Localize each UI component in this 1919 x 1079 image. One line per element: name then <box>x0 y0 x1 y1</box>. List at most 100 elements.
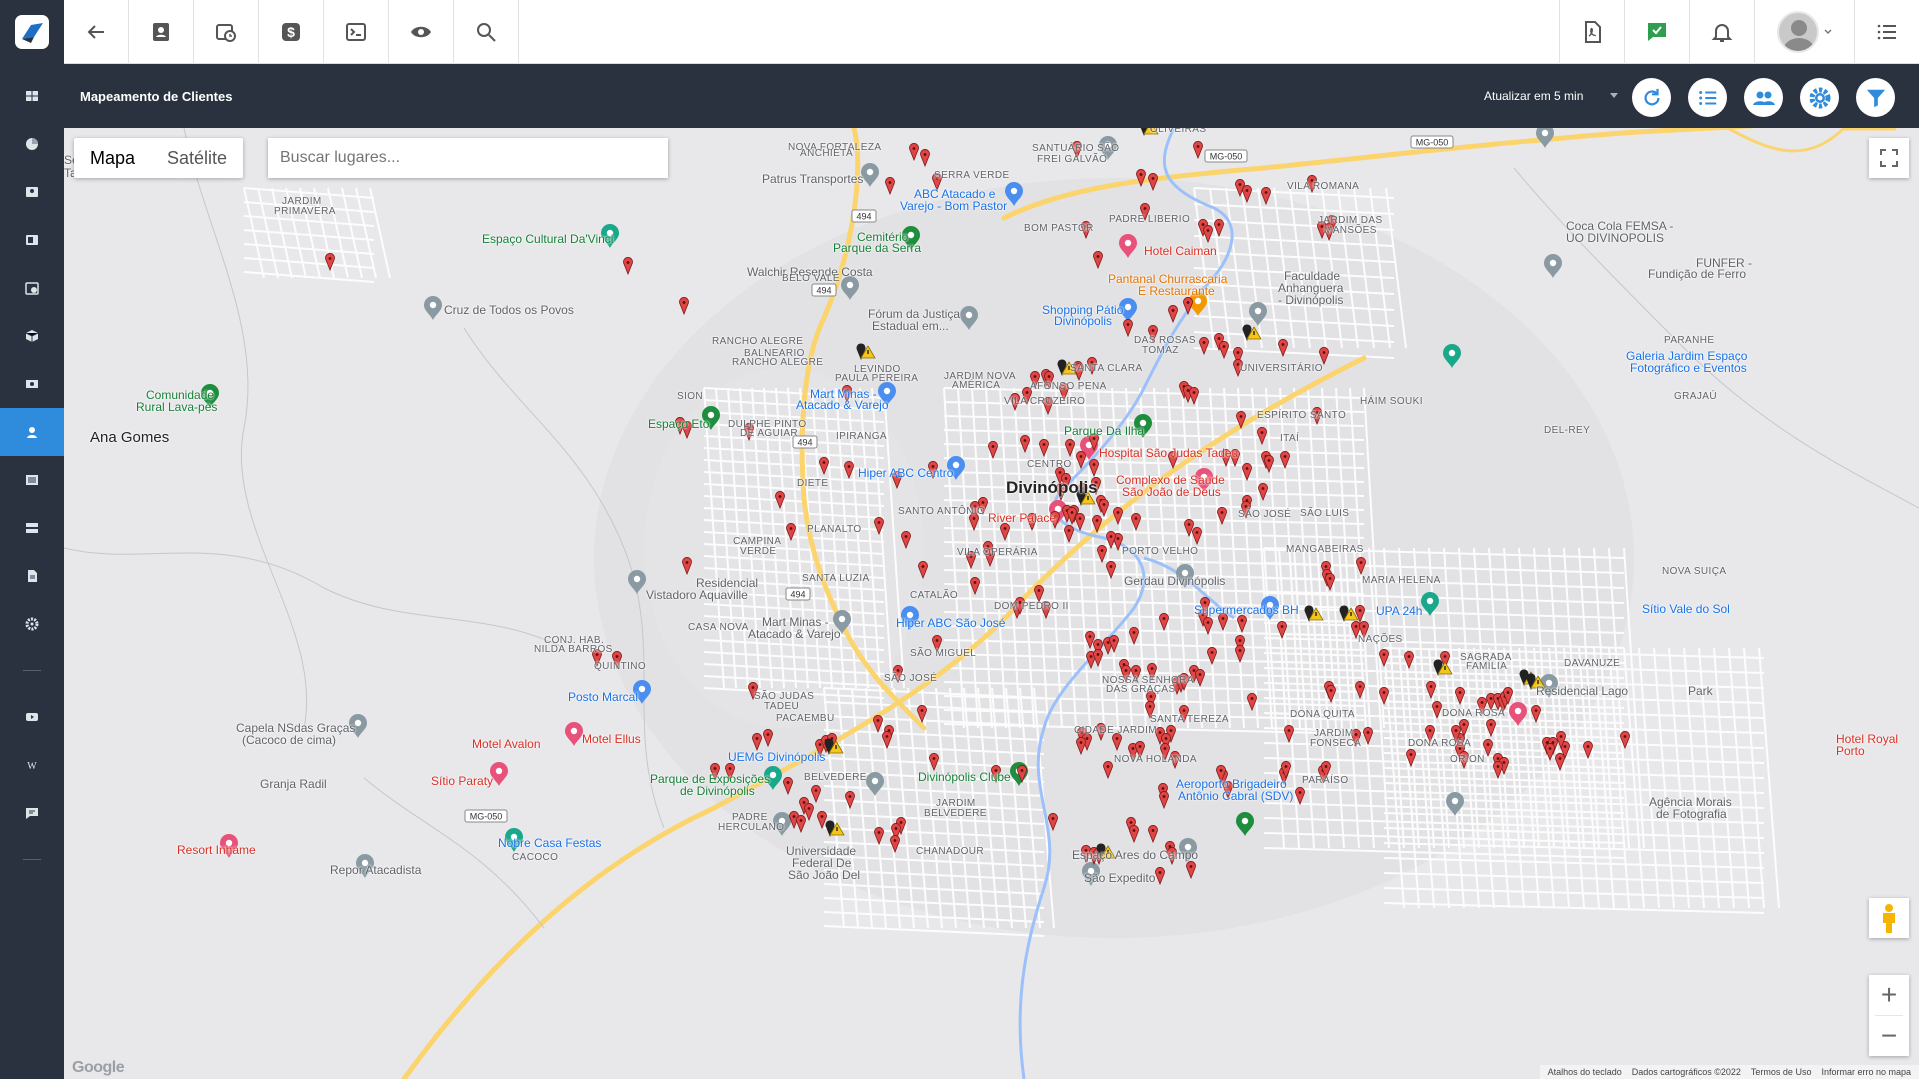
map-pin-user-icon <box>27 427 37 438</box>
sidebar-item-wiki[interactable]: W <box>0 741 64 789</box>
map-place-label: DE AGUIAR <box>740 428 799 439</box>
map-place-label: DONA QUITA <box>1290 709 1355 720</box>
map-place-label: Patrus Transportes <box>762 172 864 186</box>
sidebar-item-contacts[interactable] <box>0 168 64 216</box>
user-menu[interactable] <box>1754 0 1854 64</box>
sidebar-item-map[interactable] <box>0 408 64 456</box>
map-place-label: PARAÍSO <box>1302 775 1349 786</box>
dollar-icon: $ <box>282 23 300 41</box>
sidebar-item-documents[interactable] <box>0 552 64 600</box>
street-view-pegman[interactable] <box>1869 898 1909 938</box>
refresh-button[interactable] <box>1632 78 1671 117</box>
sidebar-item-dashboard[interactable] <box>0 72 64 120</box>
map-place-label: UEMG Divinópolis <box>728 750 826 764</box>
map-place-label: PACAEMBU <box>776 713 835 724</box>
customer-pin-icon[interactable] <box>1193 141 1203 160</box>
fullscreen-icon <box>1880 149 1898 167</box>
filter-button[interactable] <box>1856 78 1895 117</box>
finance-button[interactable]: $ <box>259 0 324 64</box>
map-place-label: NAÇÕES <box>1358 634 1403 645</box>
map-place-label: Motel Avalon <box>472 737 541 751</box>
schedule-button[interactable] <box>194 0 259 64</box>
map-data-credit: Dados cartográficos ©2022 <box>1631 1067 1741 1077</box>
map-place-label: SANTA TEREZA <box>1150 714 1229 725</box>
poi-marker-icon[interactable] <box>1536 128 1554 148</box>
page-title: Mapeamento de Clientes <box>80 88 233 104</box>
customer-pin-icon[interactable] <box>909 143 919 162</box>
map-place-label: DOM PEDRO II <box>994 601 1069 612</box>
chat-icon <box>26 808 38 819</box>
map-type-map-button[interactable]: Mapa <box>74 138 151 178</box>
svg-text:$: $ <box>287 24 295 40</box>
notifications-button[interactable] <box>1689 0 1754 64</box>
zoom-out-button[interactable]: − <box>1869 1016 1909 1056</box>
map-canvas[interactable]: 494494494494MG-050MG-050MG-050 SenhoraTa… <box>64 128 1919 1079</box>
server-icon <box>26 523 38 533</box>
customer-pin-icon[interactable] <box>325 253 335 272</box>
map-place-label: OLIVEIRAS <box>1150 128 1207 135</box>
arrow-left-icon <box>87 25 104 39</box>
sidebar-item-cards[interactable] <box>0 216 64 264</box>
search-button[interactable] <box>454 0 519 64</box>
contacts-button[interactable] <box>129 0 194 64</box>
sidebar-item-server[interactable] <box>0 504 64 552</box>
map-place-label: NOVA HOLANDA <box>1114 754 1197 765</box>
map-place-label: Ana Gomes <box>90 429 170 446</box>
poi-marker-icon[interactable] <box>1544 254 1562 278</box>
highway-shield: 494 <box>811 283 837 297</box>
map-place-label: MANSÕES <box>1324 225 1377 236</box>
sidebar-item-list[interactable] <box>0 456 64 504</box>
customer-pin-icon[interactable] <box>679 297 689 316</box>
wiki-icon: W <box>27 761 37 772</box>
app-logo[interactable] <box>0 0 64 64</box>
contact-card-icon <box>153 23 169 41</box>
box-icon <box>25 330 39 342</box>
settings-button[interactable] <box>1800 78 1839 117</box>
place-search-input[interactable] <box>268 138 668 178</box>
view-button[interactable] <box>389 0 454 64</box>
sidebar-item-reports[interactable] <box>0 120 64 168</box>
poi-marker-icon[interactable] <box>861 163 879 187</box>
map-type-satellite-button[interactable]: Satélite <box>151 138 243 178</box>
map-place-label: PAULA PEREIRA <box>835 373 919 384</box>
messages-button[interactable] <box>1624 0 1689 64</box>
sidebar-item-video[interactable] <box>0 693 64 741</box>
customer-pin-icon[interactable] <box>920 149 930 168</box>
map-place-label: Divinópolis <box>1054 314 1113 328</box>
list-view-button[interactable] <box>1688 78 1727 117</box>
refresh-icon <box>1644 88 1660 105</box>
map-place-label: PARANHE <box>1664 335 1715 346</box>
map-place-label: TADEU <box>764 701 800 712</box>
map-place-label: Hotel Caiman <box>1144 244 1217 258</box>
sidebar-item-products[interactable] <box>0 312 64 360</box>
terminal-button[interactable] <box>324 0 389 64</box>
pdf-button[interactable] <box>1559 0 1624 64</box>
zoom-in-button[interactable]: + <box>1869 975 1909 1015</box>
poi-marker-icon[interactable] <box>424 296 442 320</box>
map-place-label: PLANALTO <box>807 524 862 535</box>
sidebar-item-calendar[interactable] <box>0 264 64 312</box>
customer-pin-icon[interactable] <box>623 257 633 276</box>
customer-pin-icon[interactable] <box>1583 741 1593 760</box>
map-place-label: FREI GALVÃO <box>1037 154 1108 165</box>
chevron-down-icon <box>1823 29 1832 35</box>
fullscreen-button[interactable] <box>1869 138 1909 178</box>
back-button[interactable] <box>64 0 129 64</box>
report-error-link[interactable]: Informar erro no mapa <box>1821 1067 1911 1077</box>
users-button[interactable] <box>1744 78 1783 117</box>
terms-link[interactable]: Termos de Uso <box>1751 1067 1812 1077</box>
sidebar-item-finance[interactable] <box>0 360 64 408</box>
keyboard-shortcuts-link[interactable]: Atalhos do teclado <box>1548 1067 1622 1077</box>
calendar-clock-icon <box>216 24 236 42</box>
map-place-label: PRIMAVERA <box>274 206 336 217</box>
map-place-label: Resort Inhame <box>177 843 256 857</box>
poi-marker-icon[interactable] <box>565 722 583 746</box>
refresh-interval-select[interactable]: Atualizar em 5 min <box>1478 82 1624 110</box>
map-place-label: Varejo - Bom Pastor <box>900 199 1008 213</box>
map-place-label: ITAÍ <box>1280 433 1300 444</box>
main-menu-button[interactable] <box>1854 0 1919 64</box>
map-place-label: Cruz de Todos os Povos <box>444 303 574 317</box>
sidebar-item-settings[interactable] <box>0 600 64 648</box>
customer-pin-icon[interactable] <box>885 177 895 196</box>
sidebar-item-chat[interactable] <box>0 789 64 837</box>
